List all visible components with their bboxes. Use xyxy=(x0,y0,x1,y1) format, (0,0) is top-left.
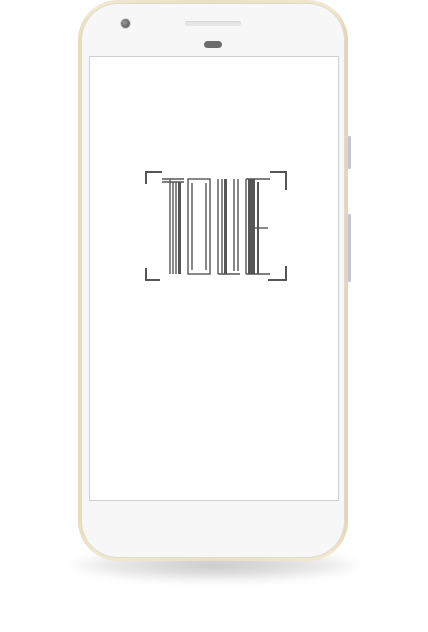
front-camera-icon xyxy=(121,19,130,28)
earpiece-speaker xyxy=(185,21,241,26)
mockup-stage: TOLLE xyxy=(0,0,428,632)
barcode-logo-icon xyxy=(145,171,287,281)
scan-corner-top-left xyxy=(145,171,162,184)
brand-logo: TOLLE xyxy=(144,170,288,282)
scan-corner-top-right xyxy=(270,171,287,190)
phone-screen: TOLLE xyxy=(89,56,339,501)
phone-front-panel: TOLLE xyxy=(81,3,345,558)
scan-corner-bottom-right xyxy=(268,266,287,281)
proximity-sensor xyxy=(204,41,222,48)
power-button xyxy=(348,136,351,169)
scan-corner-bottom-left xyxy=(145,268,160,281)
volume-button xyxy=(348,214,351,282)
phone-frame: TOLLE xyxy=(78,0,348,561)
